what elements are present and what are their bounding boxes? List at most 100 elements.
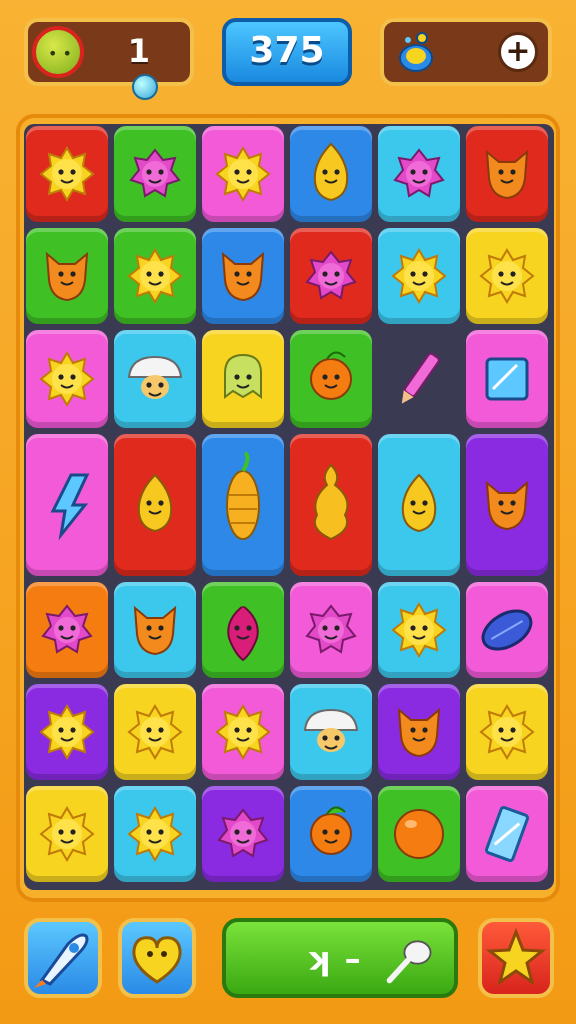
tile-pencil[interactable] bbox=[378, 330, 460, 428]
tile-orb[interactable] bbox=[378, 786, 460, 882]
sun-face-icon bbox=[127, 248, 183, 304]
tile-sun-face[interactable] bbox=[26, 786, 108, 882]
mushroom-icon bbox=[127, 355, 183, 399]
tile-sun-face[interactable] bbox=[202, 684, 284, 780]
tile-sun-face[interactable] bbox=[26, 684, 108, 780]
pencil-icon bbox=[401, 352, 440, 404]
tile-sun-face[interactable] bbox=[114, 684, 196, 780]
sun-face-icon bbox=[215, 146, 271, 202]
tile-cat-face[interactable] bbox=[202, 228, 284, 324]
cat-face-icon bbox=[45, 251, 89, 302]
spiky-blob-icon bbox=[393, 148, 445, 198]
sun-face-icon bbox=[39, 351, 95, 407]
star-icon bbox=[485, 927, 547, 986]
tile-radish[interactable] bbox=[202, 582, 284, 678]
cat-face-icon bbox=[133, 605, 177, 656]
tile-sun-face[interactable] bbox=[378, 228, 460, 324]
tile-mushroom[interactable] bbox=[114, 330, 196, 428]
spiky-blob-icon bbox=[305, 604, 357, 654]
fruit-face-icon bbox=[310, 806, 352, 855]
heart-icon bbox=[132, 936, 182, 984]
tile-cat-face[interactable] bbox=[114, 582, 196, 678]
sun-face-icon bbox=[391, 248, 447, 304]
tile-corn[interactable] bbox=[202, 434, 284, 576]
ghost-face-icon bbox=[224, 353, 262, 399]
tile-flame-face[interactable] bbox=[378, 434, 460, 576]
square-gem-icon bbox=[485, 357, 529, 401]
tile-fruit-face[interactable] bbox=[290, 786, 372, 882]
rocket-icon bbox=[34, 933, 89, 988]
tile-cat-face[interactable] bbox=[466, 126, 548, 222]
potion-bag-icon bbox=[399, 32, 433, 72]
play-button[interactable]: ʞ – bbox=[222, 918, 458, 998]
tile-rune[interactable] bbox=[26, 434, 108, 576]
tile-crystal[interactable] bbox=[466, 786, 548, 882]
sun-face-icon bbox=[479, 248, 535, 304]
level-indicator[interactable]: • • 1 bbox=[24, 18, 194, 100]
tile-spiky-blob[interactable] bbox=[290, 228, 372, 324]
tile-sun-face[interactable] bbox=[378, 582, 460, 678]
rocket-button[interactable] bbox=[24, 918, 102, 998]
radish-icon bbox=[227, 595, 259, 662]
cat-face-icon bbox=[485, 480, 529, 531]
tile-spiky-blob[interactable] bbox=[114, 126, 196, 222]
fruit-face-icon bbox=[310, 351, 352, 400]
tile-cat-face[interactable] bbox=[466, 434, 548, 576]
monster-face-icon: • • bbox=[32, 26, 84, 78]
tile-leaf-gem[interactable] bbox=[466, 582, 548, 678]
sun-face-icon bbox=[39, 704, 95, 760]
drill-shell-icon bbox=[313, 463, 349, 541]
tile-fruit-face[interactable] bbox=[290, 330, 372, 428]
tile-square-gem[interactable] bbox=[466, 330, 548, 428]
spiky-blob-icon bbox=[41, 604, 93, 654]
spiky-blob-icon bbox=[305, 250, 357, 300]
tile-flame-face[interactable] bbox=[114, 434, 196, 576]
cat-face-icon bbox=[485, 149, 529, 200]
tile-flame-face[interactable] bbox=[290, 126, 372, 222]
tile-sun-face[interactable] bbox=[466, 684, 548, 780]
sun-face-icon bbox=[127, 806, 183, 862]
cat-face-icon bbox=[397, 707, 441, 758]
spiky-blob-icon bbox=[217, 808, 269, 858]
tile-sun-face[interactable] bbox=[202, 126, 284, 222]
tile-sun-face[interactable] bbox=[26, 330, 108, 428]
tile-mushroom[interactable] bbox=[290, 684, 372, 780]
tile-drill-shell[interactable] bbox=[290, 434, 372, 576]
tile-cat-face[interactable] bbox=[378, 684, 460, 780]
flame-face-icon bbox=[137, 473, 173, 533]
sun-face-icon bbox=[127, 704, 183, 760]
sun-face-icon bbox=[39, 806, 95, 862]
sun-face-icon bbox=[391, 602, 447, 658]
crystal-icon bbox=[484, 806, 530, 862]
sun-face-icon bbox=[39, 146, 95, 202]
sun-face-icon bbox=[215, 704, 271, 760]
score-display: 375 bbox=[222, 18, 352, 86]
orb-icon bbox=[394, 809, 444, 859]
tile-ghost-face[interactable] bbox=[202, 330, 284, 428]
booster-bar[interactable]: + bbox=[380, 18, 552, 86]
tile-sun-face[interactable] bbox=[114, 786, 196, 882]
score-value: 375 bbox=[249, 30, 325, 71]
rune-icon bbox=[50, 473, 90, 541]
corn-icon bbox=[226, 451, 260, 540]
tile-spiky-blob[interactable] bbox=[202, 786, 284, 882]
flame-face-icon bbox=[313, 142, 349, 202]
spiky-blob-icon bbox=[129, 148, 181, 198]
tile-spiky-blob[interactable] bbox=[290, 582, 372, 678]
tile-cat-face[interactable] bbox=[26, 228, 108, 324]
spoon-icon bbox=[386, 940, 432, 984]
tile-sun-face[interactable] bbox=[114, 228, 196, 324]
sun-face-icon bbox=[479, 704, 535, 760]
star-button[interactable] bbox=[478, 918, 554, 998]
tile-sun-face[interactable] bbox=[466, 228, 548, 324]
add-booster-button[interactable]: + bbox=[498, 32, 538, 72]
tile-spiky-blob[interactable] bbox=[378, 126, 460, 222]
level-number: 1 bbox=[127, 32, 150, 70]
mushroom-icon bbox=[303, 708, 359, 752]
heart-button[interactable] bbox=[118, 918, 196, 998]
tile-spiky-blob[interactable] bbox=[26, 582, 108, 678]
bubble-icon bbox=[132, 74, 158, 100]
tile-sun-face[interactable] bbox=[26, 126, 108, 222]
cat-face-icon bbox=[221, 251, 265, 302]
play-button-glyph: ʞ – bbox=[306, 940, 363, 978]
